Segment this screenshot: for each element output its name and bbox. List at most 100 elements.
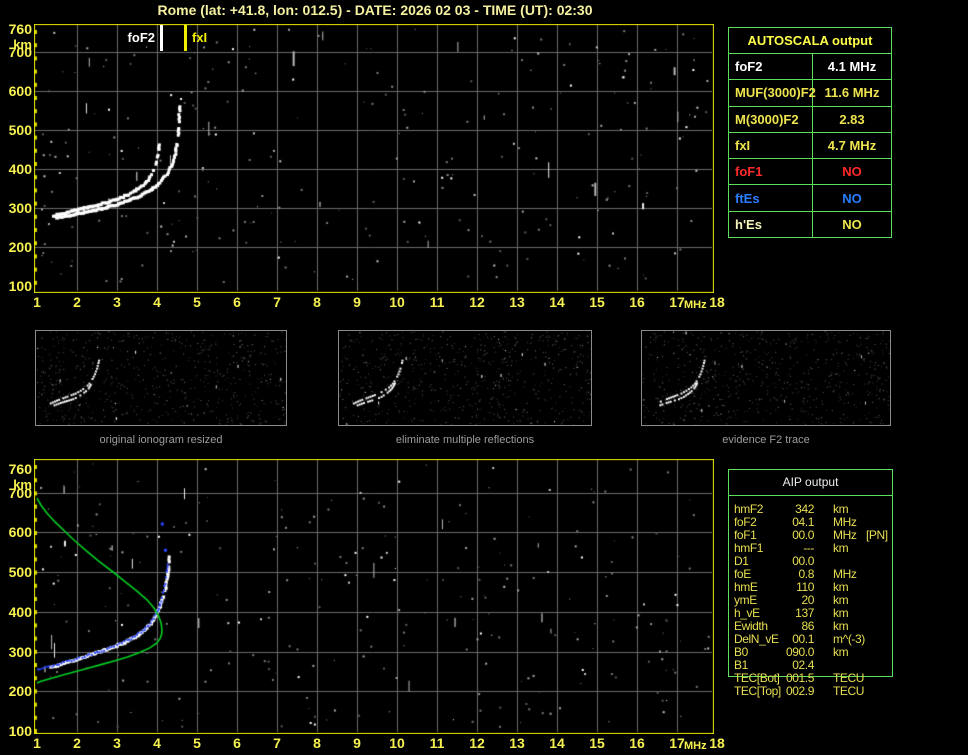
x-tick-label: 3 — [113, 735, 121, 751]
autoscala-output-table: AUTOSCALA output foF2 4.1 MHz MUF(3000)F2 1… — [728, 27, 892, 238]
x-axis-unit-label: MHz — [684, 740, 707, 752]
x-tick-label: 7 — [273, 294, 281, 310]
thumbnail-panel-2 — [338, 330, 592, 426]
autoscala-row-value: NO — [842, 164, 862, 180]
autoscala-row-label: ftEs — [729, 185, 813, 211]
top-ionogram-plot: foF2 fxI — [34, 24, 714, 293]
thumbnail-caption-2: eliminate multiple reflections — [395, 434, 535, 446]
autoscala-row-hes: h'Es NO — [729, 210, 891, 237]
x-tick-label: 14 — [549, 294, 565, 310]
y-tick-label: 300 — [8, 200, 32, 216]
x-tick-label: 10 — [389, 735, 405, 751]
x-tick-label: 3 — [113, 294, 121, 310]
top-ionogram-canvas — [34, 24, 714, 293]
x-tick-label: 14 — [549, 735, 565, 751]
x-tick-label: 9 — [353, 294, 361, 310]
x-tick-label: 2 — [73, 294, 81, 310]
autoscala-row-value: 11.6 MHz — [824, 85, 880, 101]
x-tick-label: 15 — [589, 735, 605, 751]
fxi-marker-line — [184, 25, 187, 51]
autoscala-row-muf3000f2: MUF(3000)F2 11.6 MHz — [729, 79, 891, 106]
page-title: Rome (lat: +41.8, lon: 012.5) - DATE: 20… — [157, 2, 593, 18]
thumbnail-caption-1: original ionogram resized — [99, 434, 223, 446]
autoscala-row-ftes: ftEs NO — [729, 184, 891, 211]
bottom-ionogram-canvas — [34, 459, 714, 734]
autoscala-screen: Rome (lat: +41.8, lon: 012.5) - DATE: 20… — [0, 0, 968, 755]
y-tick-label: 400 — [8, 603, 32, 620]
autoscala-row-fof2: foF2 4.1 MHz — [729, 53, 891, 80]
thumbnail-canvas-3 — [642, 331, 890, 425]
aip-row-label: TEC[Top] — [734, 684, 781, 698]
aip-row-extra: [PN] — [866, 528, 888, 542]
fof2-marker-line — [160, 25, 163, 51]
thumbnail-panel-3 — [641, 330, 891, 426]
aip-output-table: AIP output hmF2 342 km foF2 04.1 MHz foF1 00.0 M… — [728, 469, 893, 698]
y-tick-label: 100 — [8, 278, 32, 294]
bottom-ionogram-plot — [34, 459, 714, 734]
y-tick-label: 600 — [8, 83, 32, 99]
x-tick-label: 12 — [469, 294, 485, 310]
aip-row-unit: km — [833, 541, 849, 555]
y-tick-label: 200 — [8, 239, 32, 255]
thumbnail-canvas-1 — [36, 331, 286, 425]
y-tick-label: 760 — [8, 460, 32, 477]
aip-table-title: AIP output — [729, 470, 892, 496]
autoscala-row-label: foF1 — [729, 159, 813, 185]
y-tick-label: 400 — [8, 161, 32, 177]
x-tick-label: 4 — [153, 735, 161, 751]
x-tick-label: 11 — [429, 294, 445, 310]
autoscala-row-label: MUF(3000)F2 — [729, 80, 816, 106]
autoscala-row-fxi: fxI 4.7 MHz — [729, 131, 891, 159]
y-tick-label: 500 — [8, 564, 32, 580]
x-tick-label: 5 — [193, 735, 201, 751]
x-tick-label: 12 — [469, 735, 485, 751]
x-tick-label: 9 — [353, 735, 361, 751]
y-axis-unit-label: km — [13, 476, 32, 492]
x-tick-label: 8 — [313, 735, 321, 751]
autoscala-table-title: AUTOSCALA output — [747, 33, 873, 48]
autoscala-row-value: NO — [842, 190, 862, 206]
x-axis-unit-label: MHz — [684, 299, 707, 311]
x-tick-label: 5 — [193, 294, 201, 310]
autoscala-row-m3000f2: M(3000)F2 2.83 — [729, 105, 891, 132]
fof2-marker-label: foF2 — [127, 30, 155, 45]
x-tick-label: 1 — [33, 294, 41, 310]
autoscala-row-value: 2.83 — [839, 111, 865, 127]
aip-table-rows: hmF2 342 km foF2 04.1 MHz foF1 00.0 MHz [PN] hmF1-… — [729, 503, 894, 698]
fxi-marker-label: fxI — [192, 30, 208, 45]
x-tick-label: 6 — [233, 294, 241, 310]
aip-row-value: 002.9 — [785, 684, 814, 698]
autoscala-row-fof1: foF1 NO — [729, 158, 891, 185]
aip-row-unit: TECU — [833, 684, 865, 698]
x-tick-label: 13 — [509, 735, 525, 751]
autoscala-row-value: 4.1 MHz — [827, 59, 877, 75]
x-tick-label: 15 — [589, 294, 605, 310]
x-tick-label: 2 — [73, 735, 81, 751]
autoscala-row-value: 4.7 MHz — [827, 137, 877, 153]
autoscala-row-label: M(3000)F2 — [729, 106, 813, 132]
autoscala-row-label: foF2 — [729, 54, 813, 80]
x-tick-label: 1 — [33, 735, 41, 751]
x-tick-label: 16 — [629, 735, 645, 751]
y-tick-label: 600 — [8, 524, 32, 541]
x-tick-label: 13 — [509, 294, 525, 310]
x-tick-label: 7 — [273, 735, 281, 751]
y-axis-unit-label: km — [13, 36, 32, 52]
autoscala-row-label: h'Es — [729, 211, 813, 237]
aip-row-unit: km — [833, 645, 849, 659]
x-tick-label: 16 — [629, 294, 645, 310]
x-tick-label: 11 — [429, 735, 445, 751]
thumbnail-caption-3: evidence F2 trace — [722, 434, 810, 446]
x-tick-label: 8 — [313, 294, 321, 310]
aip-row-tectop: TEC[Top] 002.9 TECU — [729, 685, 894, 698]
x-tick-label: 6 — [233, 735, 241, 751]
x-tick-label: 10 — [389, 294, 405, 310]
thumbnail-panel-1 — [35, 330, 287, 426]
y-tick-label: 200 — [8, 683, 32, 700]
thumbnail-canvas-2 — [339, 331, 591, 425]
y-tick-label: 300 — [8, 643, 32, 660]
x-tick-label: 4 — [153, 294, 161, 310]
autoscala-row-label: fxI — [729, 132, 813, 159]
autoscala-row-value: NO — [842, 216, 862, 232]
y-tick-label: 760 — [8, 20, 32, 37]
